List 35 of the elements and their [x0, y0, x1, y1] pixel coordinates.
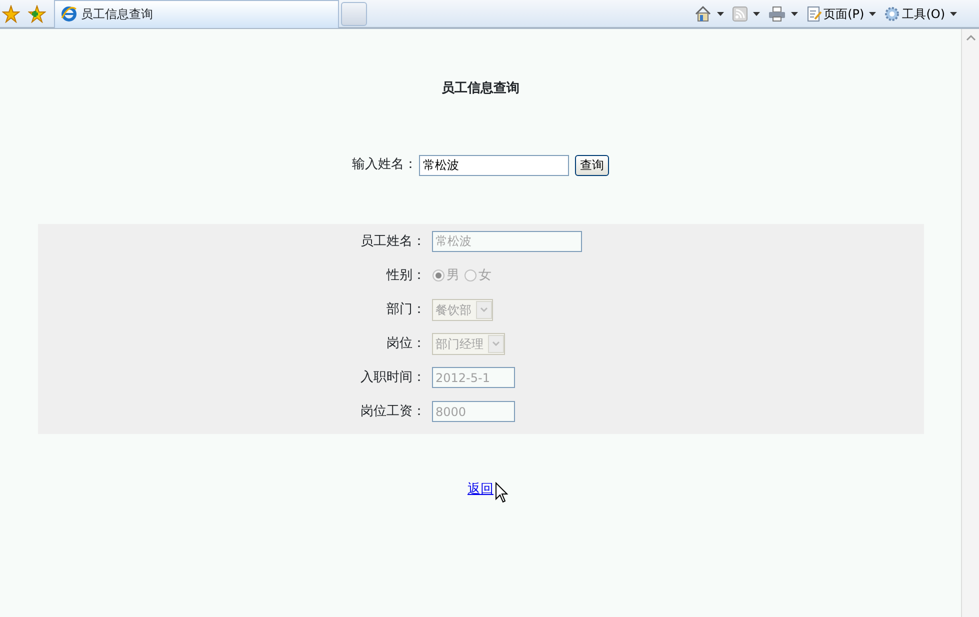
scroll-up-icon[interactable]: [966, 33, 976, 43]
field-label: 性别：: [385, 266, 426, 284]
search-label: 输入姓名：: [352, 156, 417, 174]
tab-title: 员工信息查询: [81, 6, 153, 23]
search-button[interactable]: 查询: [575, 154, 609, 176]
browser-tab[interactable]: 员工信息查询: [54, 0, 339, 28]
star-icon[interactable]: [2, 4, 20, 22]
caret-icon: [869, 12, 876, 16]
add-favorite-icon[interactable]: [28, 4, 46, 22]
feed-icon: [732, 6, 748, 22]
gear-icon: [884, 6, 900, 22]
home-icon: [694, 4, 712, 22]
field-label: 员工姓名：: [360, 232, 426, 250]
caret-icon: [790, 12, 798, 16]
page-menu-button[interactable]: 页面(P): [806, 4, 876, 22]
new-tab-button[interactable]: [341, 2, 367, 26]
browser-logo-icon: [61, 6, 77, 22]
print-menu-button[interactable]: [768, 6, 798, 22]
back-link[interactable]: 返回: [468, 480, 494, 499]
caret-icon: [752, 12, 760, 16]
scrollbar[interactable]: [961, 29, 979, 617]
mouse-cursor-icon: [494, 482, 508, 504]
field-label: 岗位：: [386, 334, 426, 352]
printer-icon: [768, 6, 786, 22]
tools-menu-button[interactable]: 工具(O): [884, 4, 957, 22]
feed-menu-button[interactable]: [732, 6, 760, 22]
field-label: 岗位工资：: [360, 402, 426, 420]
field-label: 部门：: [386, 300, 426, 318]
caret-icon: [950, 12, 957, 16]
name-input[interactable]: 常松波: [419, 154, 569, 176]
home-menu-button[interactable]: [694, 4, 724, 22]
caret-icon: [716, 12, 724, 16]
page-title: 员工信息查询: [442, 80, 520, 98]
field-label: 入职时间：: [360, 368, 426, 386]
page-icon: [806, 6, 822, 22]
